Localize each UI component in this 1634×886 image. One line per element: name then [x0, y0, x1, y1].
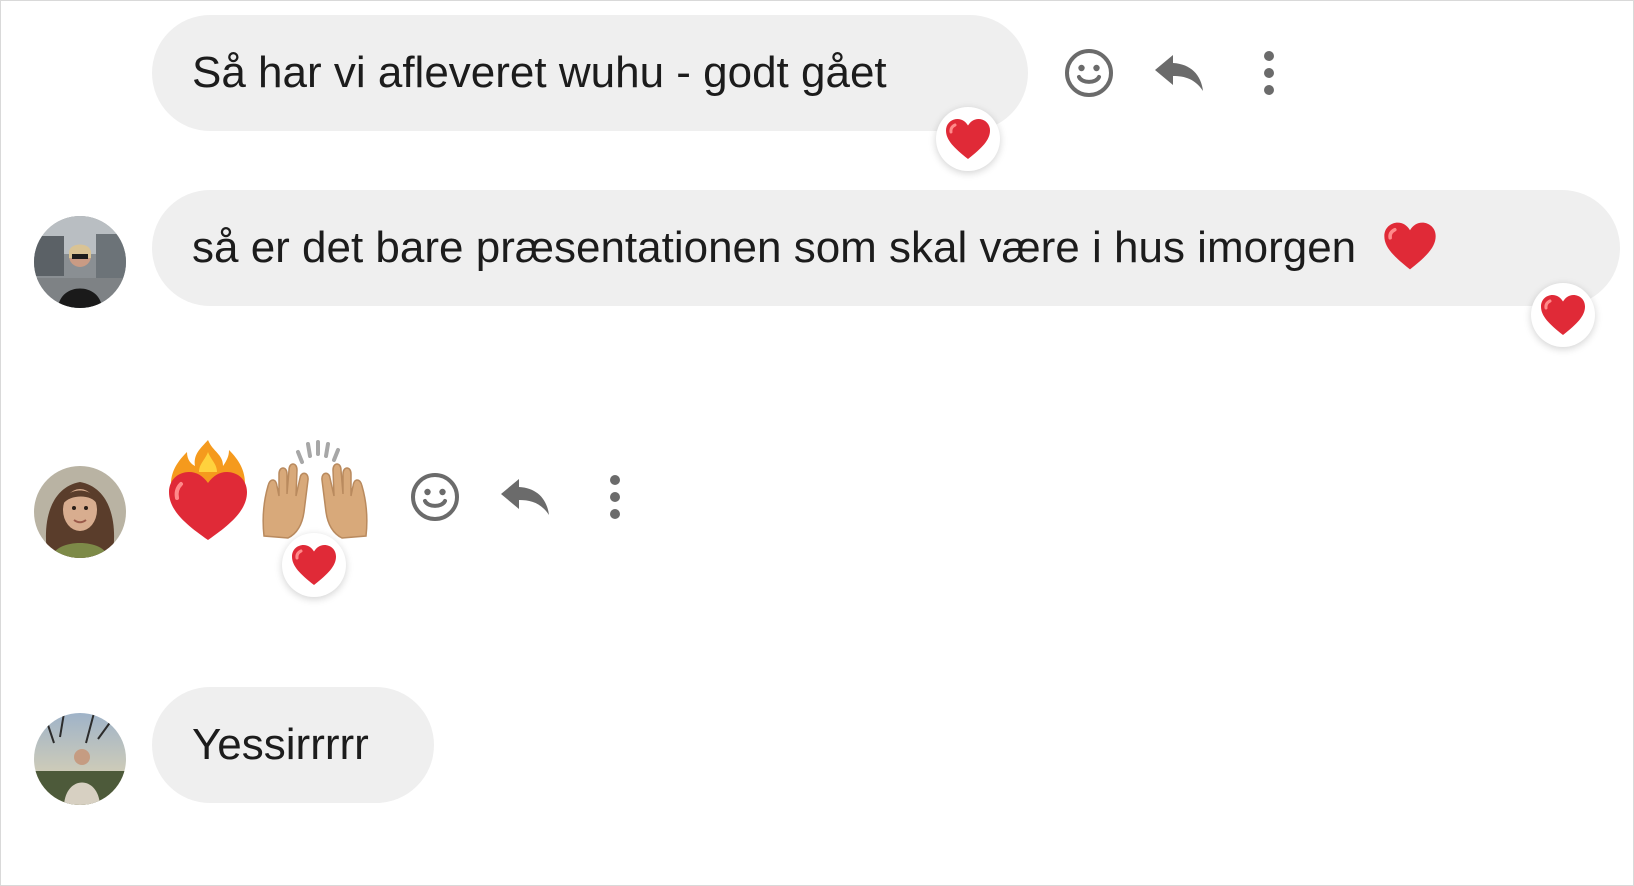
reaction-badge[interactable] — [936, 107, 1000, 171]
more-icon — [610, 475, 620, 519]
message-bubble[interactable]: Så har vi afleveret wuhu - godt gået — [152, 15, 1028, 131]
avatar-photo-icon — [34, 216, 126, 308]
reaction-badge[interactable] — [1531, 283, 1595, 347]
message-bubble[interactable]: så er det bare præsentationen som skal v… — [152, 190, 1620, 306]
avatar[interactable] — [34, 713, 126, 805]
red-heart-icon — [292, 545, 336, 585]
raising-hands-icon — [262, 440, 368, 539]
message-text: Så har vi afleveret wuhu - godt gået — [192, 48, 887, 97]
red-heart-icon — [1384, 223, 1437, 270]
more-options-button[interactable] — [585, 467, 645, 527]
smiley-icon — [411, 473, 459, 521]
reply-button[interactable] — [495, 467, 555, 527]
message-text: så er det bare præsentationen som skal v… — [192, 223, 1357, 272]
heart-on-fire-icon — [169, 440, 247, 540]
red-heart-icon — [1541, 295, 1585, 335]
avatar-photo-icon — [34, 713, 126, 805]
message-text: Yessirrrrr — [192, 720, 369, 769]
more-options-button[interactable] — [1239, 43, 1299, 103]
reply-icon — [501, 479, 549, 515]
more-icon — [1264, 51, 1274, 95]
message-actions — [405, 467, 645, 527]
add-reaction-button[interactable] — [405, 467, 465, 527]
avatar[interactable] — [34, 466, 126, 558]
add-reaction-button[interactable] — [1059, 43, 1119, 103]
message-actions — [1059, 43, 1299, 103]
red-heart-icon — [946, 119, 990, 159]
avatar-photo-icon — [34, 466, 126, 558]
reply-button[interactable] — [1149, 43, 1209, 103]
message-bubble[interactable]: Yessirrrrr — [152, 687, 434, 803]
reply-icon — [1155, 55, 1203, 91]
emoji-message[interactable] — [160, 438, 380, 542]
avatar[interactable] — [34, 216, 126, 308]
smiley-icon — [1065, 49, 1113, 97]
reaction-badge[interactable] — [282, 533, 346, 597]
